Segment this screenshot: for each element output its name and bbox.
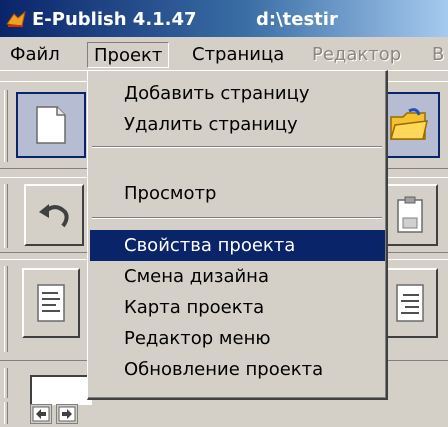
page-input[interactable] — [30, 375, 92, 405]
menu-separator — [92, 146, 382, 148]
new-page-button[interactable] — [16, 92, 86, 158]
paste-button[interactable] — [382, 184, 438, 246]
align-left-button[interactable] — [22, 268, 80, 338]
menu-view: В — [432, 44, 445, 65]
forward-arrow-icon — [58, 406, 76, 422]
forward-button[interactable] — [56, 404, 78, 424]
back-arrow-icon — [32, 406, 50, 422]
menu-separator — [92, 217, 382, 219]
menu-page[interactable]: Страница — [186, 42, 290, 68]
toolbar-grip[interactable] — [4, 90, 8, 162]
menu-item-project-map[interactable]: Карта проекта — [90, 292, 385, 323]
toolbar-grip[interactable] — [4, 184, 8, 248]
menu-item-update-project[interactable]: Обновление проекта — [90, 354, 385, 385]
window-title: E-Publish 4.1.47 — [32, 9, 197, 30]
menu-item-preview[interactable]: Просмотр — [90, 178, 385, 209]
toolbar-grip[interactable] — [4, 402, 8, 424]
menu-project[interactable]: Проект — [87, 42, 170, 68]
menu-item-project-properties[interactable]: Свойства проекта — [90, 230, 385, 261]
align-right-icon — [396, 284, 424, 322]
menu-item-menu-editor[interactable]: Редактор меню — [90, 323, 385, 354]
new-page-icon — [36, 106, 66, 144]
align-left-icon — [37, 284, 65, 322]
open-folder-icon — [390, 108, 428, 140]
toolbar-grip[interactable] — [4, 368, 8, 398]
undo-button[interactable] — [24, 184, 84, 246]
align-right-button[interactable] — [382, 268, 438, 338]
menu-editor: Редактор — [312, 44, 402, 65]
menu-bar: Файл Проект Страница Редактор В — [0, 37, 448, 71]
menu-item-delete-page[interactable]: Удалить страницу — [90, 109, 385, 140]
back-button[interactable] — [30, 404, 52, 424]
paste-icon — [397, 196, 423, 233]
menu-file[interactable]: Файл — [4, 42, 66, 68]
project-menu-dropdown: Добавить страницу Удалить страницу Просм… — [87, 70, 388, 400]
toolbar-grip[interactable] — [4, 266, 8, 352]
undo-icon — [39, 204, 69, 228]
menu-item-add-page[interactable]: Добавить страницу — [90, 78, 385, 109]
app-icon — [6, 10, 26, 27]
menu-item-change-design[interactable]: Смена дизайна — [90, 261, 385, 292]
title-bar: E-Publish 4.1.47 d:\testir — [0, 0, 448, 37]
project-path: d:\testir — [256, 9, 338, 30]
